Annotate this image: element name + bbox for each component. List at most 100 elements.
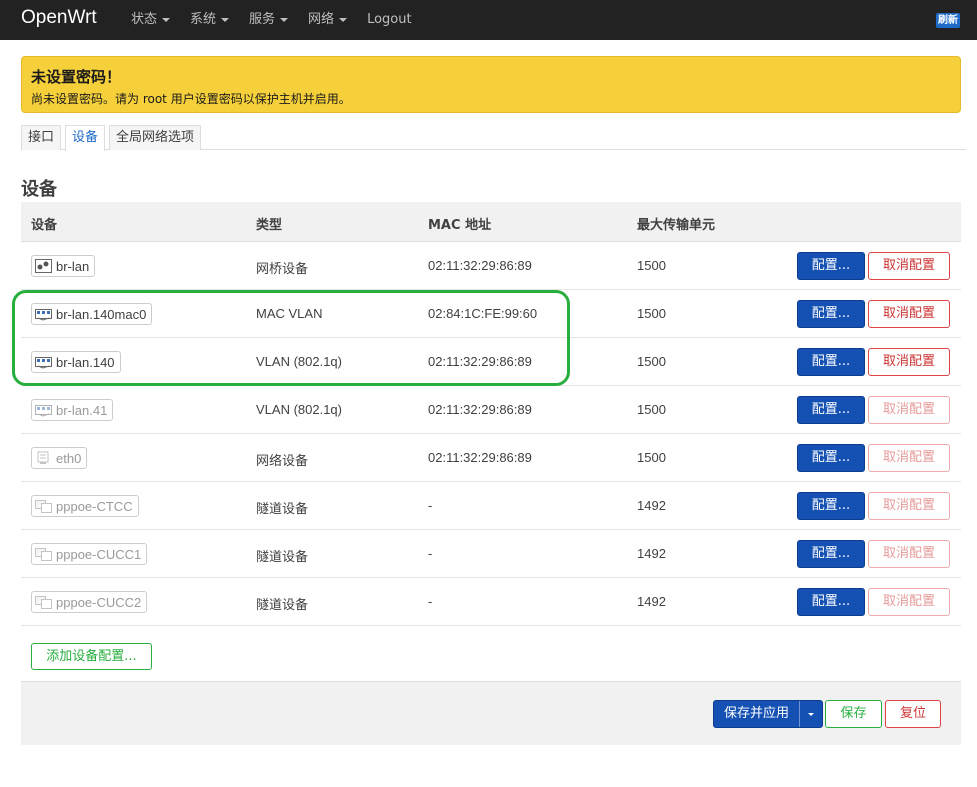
reset-button[interactable]: 复位 — [885, 700, 941, 728]
tunnel-icon — [35, 595, 52, 609]
save-apply-button[interactable]: 保存并应用 — [713, 700, 823, 728]
configure-button[interactable]: 配置... — [797, 588, 865, 616]
unconfigure-button[interactable]: 取消配置 — [868, 300, 950, 328]
table-row: br-lan.41 VLAN (802.1q) 02:11:32:29:86:89 1… — [21, 386, 961, 434]
device-type: 隧道设备 — [256, 501, 309, 516]
device-name: eth0 — [56, 450, 82, 466]
header-mtu: 最大传输单元 — [637, 218, 716, 233]
ethernet-icon — [35, 451, 52, 465]
no-password-alert: 未设置密码！ 尚未设置密码。请为 root 用户设置密码以保护主机并启用。 — [21, 56, 961, 113]
main-menu: 状态 系统 服务 网络 Logout — [131, 0, 432, 40]
device-mac: 02:84:1C:FE:99:60 — [428, 306, 538, 321]
device-badge: br-lan.140mac0 — [31, 303, 153, 325]
device-badge: br-lan.41 — [31, 399, 114, 421]
save-button[interactable]: 保存 — [825, 700, 882, 728]
device-badge: pppoe-CUCC2 — [31, 591, 148, 613]
device-type: VLAN (802.1q) — [256, 402, 342, 417]
device-mtu: 1500 — [637, 450, 666, 465]
unconfigure-button[interactable]: 取消配置 — [868, 252, 950, 280]
save-apply-dropdown[interactable] — [800, 701, 822, 727]
menu-services[interactable]: 服务 — [249, 0, 289, 40]
unconfigure-button[interactable]: 取消配置 — [868, 492, 950, 520]
table-body: br-lan 网桥设备 02:11:32:29:86:89 1500 配置... 取消配置… — [21, 242, 961, 626]
menu-status[interactable]: 状态 — [131, 0, 171, 40]
menu-services-label: 服务 — [249, 12, 276, 27]
device-name: br-lan — [56, 258, 90, 274]
table-row: eth0 网络设备 02:11:32:29:86:89 1500 配置... 取消配置 — [21, 434, 961, 482]
device-badge: eth0 — [31, 447, 88, 469]
configure-button[interactable]: 配置... — [797, 252, 865, 280]
unconfigure-button[interactable]: 取消配置 — [868, 444, 950, 472]
tab-interfaces[interactable]: 接口 — [21, 125, 62, 150]
chevron-down-icon — [221, 18, 230, 22]
configure-button[interactable]: 配置... — [797, 444, 865, 472]
device-name: pppoe-CTCC — [56, 498, 133, 514]
device-mac: - — [428, 546, 433, 561]
configure-button[interactable]: 配置... — [797, 300, 865, 328]
device-mtu: 1500 — [637, 402, 666, 417]
device-mtu: 1492 — [637, 498, 666, 513]
table-row: pppoe-CUCC1 隧道设备 - 1492 配置... 取消配置 — [21, 530, 961, 578]
device-mac: - — [428, 594, 433, 609]
device-type: MAC VLAN — [256, 306, 323, 321]
menu-system[interactable]: 系统 — [190, 0, 230, 40]
device-name: br-lan.140 — [56, 354, 115, 370]
header-type: 类型 — [256, 218, 283, 233]
unconfigure-button[interactable]: 取消配置 — [868, 348, 950, 376]
vlan-icon — [35, 403, 52, 417]
device-name: br-lan.140mac0 — [56, 306, 147, 322]
tab-bar: 接口 设备 全局网络选项 — [21, 125, 966, 151]
table-header: 设备 类型 MAC 地址 最大传输单元 — [21, 202, 961, 242]
table-row: pppoe-CUCC2 隧道设备 - 1492 配置... 取消配置 — [21, 578, 961, 626]
save-apply-label: 保存并应用 — [714, 701, 800, 727]
configure-button[interactable]: 配置... — [797, 540, 865, 568]
device-name: pppoe-CUCC1 — [56, 546, 142, 562]
table-row: pppoe-CTCC 隧道设备 - 1492 配置... 取消配置 — [21, 482, 961, 530]
configure-button[interactable]: 配置... — [797, 348, 865, 376]
top-navbar: OpenWrt 状态 系统 服务 网络 Logout 刷新 — [0, 0, 977, 40]
chevron-down-icon — [280, 18, 289, 22]
device-type: 隧道设备 — [256, 597, 309, 612]
unconfigure-button[interactable]: 取消配置 — [868, 540, 950, 568]
menu-logout-label: Logout — [367, 12, 412, 27]
header-mac: MAC 地址 — [428, 218, 492, 233]
table-row: br-lan.140 VLAN (802.1q) 02:11:32:29:86:89… — [21, 338, 961, 386]
chevron-down-icon — [808, 712, 814, 716]
bridge-icon — [35, 259, 52, 273]
unconfigure-button[interactable]: 取消配置 — [868, 396, 950, 424]
chevron-down-icon — [339, 18, 348, 22]
refresh-badge[interactable]: 刷新 — [936, 13, 960, 28]
devices-table: 设备 类型 MAC 地址 最大传输单元 br-lan 网桥设备 02:11:32:2… — [21, 202, 961, 626]
header-device: 设备 — [31, 218, 58, 233]
device-type: VLAN (802.1q) — [256, 354, 342, 369]
brand-logo[interactable]: OpenWrt — [21, 7, 97, 29]
table-row: br-lan 网桥设备 02:11:32:29:86:89 1500 配置... 取消配置 — [21, 242, 961, 290]
device-mtu: 1500 — [637, 354, 666, 369]
menu-network[interactable]: 网络 — [308, 0, 348, 40]
device-type: 隧道设备 — [256, 549, 309, 564]
configure-button[interactable]: 配置... — [797, 396, 865, 424]
unconfigure-button[interactable]: 取消配置 — [868, 588, 950, 616]
configure-button[interactable]: 配置... — [797, 492, 865, 520]
tunnel-icon — [35, 547, 52, 561]
footer-actions: 保存并应用 保存 复位 — [21, 681, 961, 745]
device-name: pppoe-CUCC2 — [56, 594, 142, 610]
device-mtu: 1500 — [637, 306, 666, 321]
device-mac: 02:11:32:29:86:89 — [428, 354, 532, 369]
device-type: 网络设备 — [256, 453, 309, 468]
device-name: br-lan.41 — [56, 402, 108, 418]
menu-system-label: 系统 — [190, 12, 217, 27]
table-row: br-lan.140mac0 MAC VLAN 02:84:1C:FE:99:60 1… — [21, 290, 961, 338]
tab-global-options[interactable]: 全局网络选项 — [109, 125, 202, 150]
alert-title: 未设置密码！ — [31, 68, 122, 86]
device-mac: 02:11:32:29:86:89 — [428, 450, 532, 465]
menu-network-label: 网络 — [308, 12, 335, 27]
device-type: 网桥设备 — [256, 261, 309, 276]
menu-status-label: 状态 — [131, 12, 158, 27]
menu-logout[interactable]: Logout — [367, 0, 412, 40]
add-device-button[interactable]: 添加设备配置... — [31, 643, 152, 670]
vlan-icon — [35, 355, 52, 369]
vlan-icon — [35, 307, 52, 321]
tab-devices[interactable]: 设备 — [65, 125, 106, 151]
tunnel-icon — [35, 499, 52, 513]
